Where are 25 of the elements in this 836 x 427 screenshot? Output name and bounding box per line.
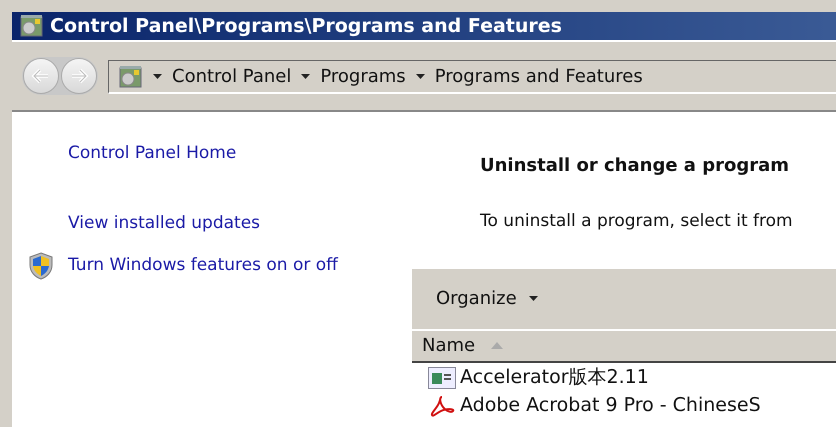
- breadcrumb-link[interactable]: Programs and Features: [434, 63, 643, 90]
- page-heading: Uninstall or change a program: [480, 154, 790, 178]
- program-name[interactable]: Accelerator版本2.11: [460, 363, 649, 392]
- program-name[interactable]: Adobe Acrobat 9 Pro - ChineseS: [460, 391, 761, 420]
- sort-arrow-icon: [491, 342, 504, 349]
- forward-button[interactable]: [61, 58, 97, 94]
- sidebar-link[interactable]: Control Panel Home: [68, 141, 236, 167]
- control-panel-icon: [20, 14, 44, 38]
- organize-button[interactable]: Organize: [436, 285, 538, 312]
- page-description: To uninstall a program, select it from: [480, 210, 794, 233]
- breadcrumb-link[interactable]: Programs: [320, 63, 406, 90]
- control-panel-icon: [119, 64, 143, 88]
- address-bar[interactable]: Control Panel Programs Programs and Features: [108, 60, 836, 94]
- caret-icon: [301, 74, 310, 79]
- sidebar-link[interactable]: Turn Windows features on or off: [68, 253, 338, 279]
- program-window-icon: [428, 366, 456, 388]
- window-title: Control Panel\Programs\Programs and Features: [50, 14, 562, 39]
- back-button[interactable]: [23, 58, 59, 94]
- caret-icon: [153, 74, 162, 79]
- pdf-icon: [428, 394, 456, 416]
- caret-icon: [416, 74, 425, 79]
- column-header[interactable]: Name: [422, 332, 504, 359]
- breadcrumb-link[interactable]: Control Panel: [172, 63, 292, 90]
- caret-icon: [528, 296, 538, 301]
- sidebar-link[interactable]: View installed updates: [68, 211, 260, 237]
